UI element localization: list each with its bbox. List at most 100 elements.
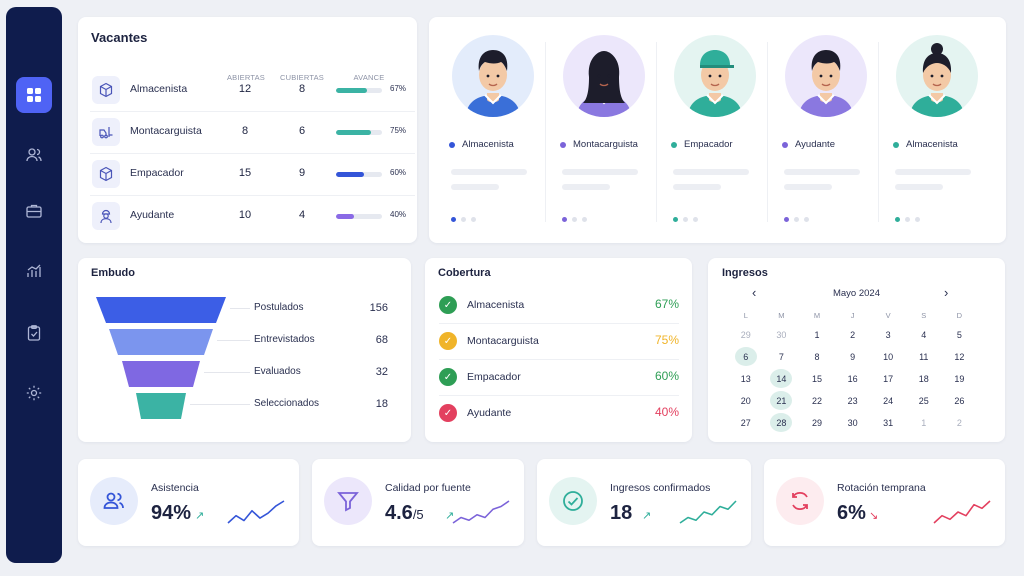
calendar-day[interactable]: 7 <box>764 347 800 366</box>
calendar-day[interactable]: 2 <box>942 413 978 432</box>
kpi-card[interactable]: Calidad por fuente 4.6/5 ↗ <box>312 459 524 546</box>
calendar-day[interactable]: 25 <box>906 391 942 410</box>
dashboard-icon[interactable] <box>16 77 52 113</box>
vacante-cubiertas: 9 <box>298 167 306 179</box>
candidate-role: Almacenista <box>893 139 958 150</box>
pagination-dots[interactable] <box>451 217 476 222</box>
candidate-card[interactable]: Ayudante <box>768 17 878 243</box>
progress-bar <box>336 214 382 219</box>
coverage-row[interactable]: ✓ Empacador 60% <box>439 365 679 389</box>
coverage-row[interactable]: ✓ Ayudante 40% <box>439 401 679 425</box>
sidebar <box>6 7 62 563</box>
candidate-card[interactable]: Almacenista <box>879 17 989 243</box>
clipboard-icon[interactable] <box>16 315 52 351</box>
row-divider <box>439 395 679 396</box>
vacante-label: Ayudante <box>130 209 175 221</box>
candidate-card[interactable]: Almacenista <box>435 17 545 243</box>
vacante-abiertas: 12 <box>238 83 252 95</box>
calendar-day[interactable]: 29 <box>799 413 835 432</box>
briefcase-icon[interactable] <box>16 193 52 229</box>
calendar-grid: L M M J V S D 29 30 1 2 3 4 5 6 7 8 9 10 11 12 13 14 15 16 17 18 19… <box>728 308 978 432</box>
calendar-day[interactable]: 1 <box>799 325 835 344</box>
calendar-day[interactable]: 18 <box>906 369 942 388</box>
pagination-dots[interactable] <box>895 217 920 222</box>
calendar-day[interactable]: 23 <box>835 391 871 410</box>
check-circle-icon <box>549 477 597 525</box>
vacante-abiertas: 15 <box>238 167 252 179</box>
kpi-card[interactable]: Rotación temprana 6% ↘ <box>764 459 1005 546</box>
calendar-day[interactable]: 24 <box>870 391 906 410</box>
calendar-day[interactable]: 11 <box>906 347 942 366</box>
calendar-day[interactable]: 19 <box>942 369 978 388</box>
embudo-title: Embudo <box>91 267 135 279</box>
funnel-connector <box>204 372 250 373</box>
weekday-label: M <box>813 310 821 320</box>
check-icon: ✓ <box>439 368 457 386</box>
pagination-dots[interactable] <box>673 217 698 222</box>
calendar-day[interactable]: 29 <box>728 325 764 344</box>
calendar-day[interactable]: 16 <box>835 369 871 388</box>
calendar-day[interactable]: 30 <box>764 325 800 344</box>
kpi-value: 6% <box>837 502 866 525</box>
pagination-dots[interactable] <box>784 217 809 222</box>
calendar-day[interactable]: 1 <box>906 413 942 432</box>
calendar-day[interactable]: 5 <box>942 325 978 344</box>
coverage-row[interactable]: ✓ Almacenista 67% <box>439 293 679 317</box>
kpi-value: 94% <box>151 502 191 525</box>
users-icon[interactable] <box>16 137 52 173</box>
candidate-card[interactable]: Montacarguista <box>546 17 656 243</box>
calendar-day[interactable]: 2 <box>835 325 871 344</box>
vacante-cubiertas: 6 <box>298 125 306 137</box>
vacante-cubiertas: 4 <box>298 209 306 221</box>
calendar-day[interactable]: 13 <box>728 369 764 388</box>
calendar-day[interactable]: 20 <box>728 391 764 410</box>
ingresos-title: Ingresos <box>722 267 768 279</box>
row-divider <box>439 323 679 324</box>
sparkline-chart <box>227 500 285 524</box>
calendar-day[interactable]: 12 <box>942 347 978 366</box>
calendar-day[interactable]: 14 <box>770 369 793 388</box>
chart-icon[interactable] <box>16 253 52 289</box>
calendar-day[interactable]: 4 <box>906 325 942 344</box>
next-month-button[interactable]: › <box>944 285 948 300</box>
calendar-day[interactable]: 17 <box>870 369 906 388</box>
calendar-day[interactable]: 22 <box>799 391 835 410</box>
vacantes-title: Vacantes <box>91 30 148 45</box>
placeholder-line <box>451 169 527 175</box>
calendar-day[interactable]: 15 <box>799 369 835 388</box>
vacante-abiertas: 10 <box>238 209 252 221</box>
progress-bar <box>336 88 382 93</box>
kpi-value-suffix: /5 <box>412 507 424 522</box>
calendar-day[interactable]: 10 <box>870 347 906 366</box>
vacante-cubiertas: 8 <box>298 83 306 95</box>
calendar-day[interactable]: 8 <box>799 347 835 366</box>
calendar-day[interactable]: 30 <box>835 413 871 432</box>
candidate-card[interactable]: Empacador <box>657 17 767 243</box>
calendar-day[interactable]: 21 <box>770 391 793 410</box>
calendar-day[interactable]: 3 <box>870 325 906 344</box>
funnel-stage <box>109 329 213 355</box>
calendar-day[interactable]: 27 <box>728 413 764 432</box>
coverage-value: 60% <box>654 369 679 383</box>
calendar-day[interactable]: 6 <box>734 347 757 366</box>
gear-icon[interactable] <box>16 375 52 411</box>
funnel-stage-label: Entrevistados <box>254 334 315 345</box>
placeholder-line <box>673 169 749 175</box>
kpi-card[interactable]: Asistencia 94% ↗ <box>78 459 299 546</box>
vacante-row[interactable]: Ayudante 10 4 40% <box>90 195 415 237</box>
kpi-card[interactable]: Ingresos confirmados 18 ↗ <box>537 459 751 546</box>
weekday-label: J <box>850 310 855 320</box>
candidate-role-label: Montacarguista <box>573 139 638 150</box>
vacante-row[interactable]: Empacador 15 9 60% <box>90 153 415 195</box>
calendar-day[interactable]: 31 <box>870 413 906 432</box>
calendar-day[interactable]: 26 <box>942 391 978 410</box>
calendar-day[interactable]: 9 <box>835 347 871 366</box>
vacante-label: Almacenista <box>130 83 188 95</box>
vacante-abiertas: 8 <box>241 125 249 137</box>
vacante-row[interactable]: Montacarguista 8 6 75% <box>90 111 415 153</box>
coverage-row[interactable]: ✓ Montacarguista 75% <box>439 329 679 353</box>
vacante-row[interactable]: Almacenista 12 8 67% <box>90 69 415 111</box>
pagination-dots[interactable] <box>562 217 587 222</box>
calendar-day[interactable]: 28 <box>770 413 793 432</box>
coverage-label: Ayudante <box>467 407 512 419</box>
